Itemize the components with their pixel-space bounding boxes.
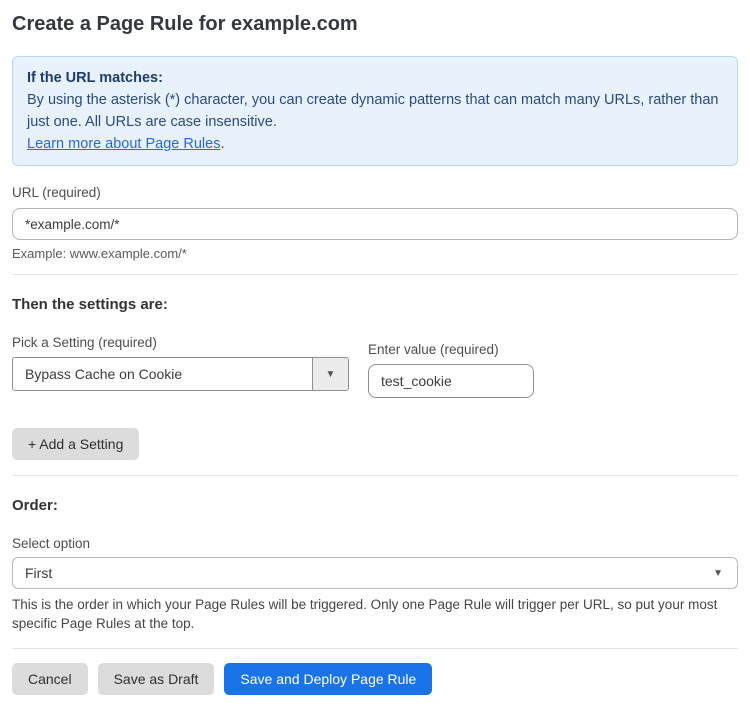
url-example-text: Example: www.example.com/* [12,246,738,261]
settings-row: Pick a Setting (required) Bypass Cache o… [12,335,738,398]
dropdown-arrow-icon: ▼ [713,568,723,579]
settings-section-heading: Then the settings are: [12,296,738,313]
url-match-info-box: If the URL matches: By using the asteris… [12,56,738,166]
url-input[interactable] [12,208,738,240]
cancel-button[interactable]: Cancel [12,663,88,695]
footer-actions: Cancel Save as Draft Save and Deploy Pag… [12,663,738,695]
info-box-link-line: Learn more about Page Rules. [27,133,723,155]
enter-value-label: Enter value (required) [368,342,534,358]
divider [12,475,738,476]
pick-setting-select[interactable]: Bypass Cache on Cookie ▼ [12,357,349,391]
link-period: . [220,136,224,152]
divider [12,274,738,275]
divider [12,648,738,649]
pick-setting-label: Pick a Setting (required) [12,335,349,351]
enter-value-column: Enter value (required) [368,342,534,398]
save-as-draft-button[interactable]: Save as Draft [98,663,215,695]
pick-setting-selected-value: Bypass Cache on Cookie [13,358,312,390]
pick-setting-column: Pick a Setting (required) Bypass Cache o… [12,335,349,391]
setting-value-input[interactable] [368,364,534,398]
info-box-body: By using the asterisk (*) character, you… [27,89,723,133]
order-selected-value: First [25,565,713,581]
save-and-deploy-button[interactable]: Save and Deploy Page Rule [224,663,432,695]
order-help-text: This is the order in which your Page Rul… [12,595,738,633]
order-select-label: Select option [12,536,738,552]
dropdown-arrow-icon: ▼ [326,369,336,380]
learn-more-page-rules-link[interactable]: Learn more about Page Rules [27,136,220,152]
add-setting-button[interactable]: + Add a Setting [12,428,139,460]
page-title: Create a Page Rule for example.com [12,12,738,36]
order-section-heading: Order: [12,497,738,514]
info-box-heading: If the URL matches: [27,67,723,89]
create-page-rule-form: Create a Page Rule for example.com If th… [0,0,750,708]
pick-setting-dropdown-button[interactable]: ▼ [312,358,348,390]
order-select[interactable]: First ▼ [12,557,738,589]
url-field-label: URL (required) [12,185,738,201]
